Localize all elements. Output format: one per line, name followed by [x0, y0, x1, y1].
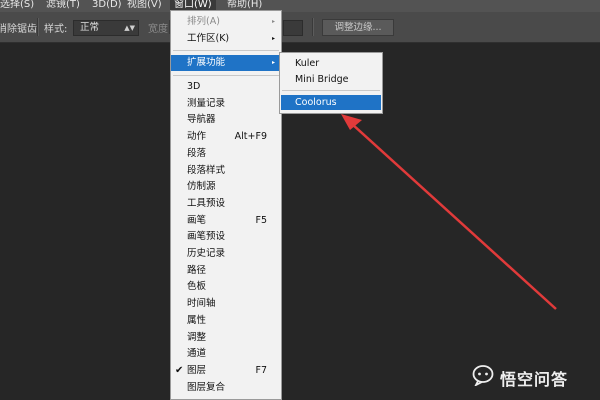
menu-item-channels[interactable]: 通道 [171, 346, 281, 362]
menu-item-label: 路径 [187, 264, 207, 276]
menu-item-workspace[interactable]: 工作区(K) ▸ [171, 31, 281, 47]
submenu-item-label: Kuler [295, 58, 320, 69]
submenu-item-coolorus[interactable]: Coolorus [281, 95, 381, 110]
menu-item-label: 调整 [187, 331, 207, 343]
menu-item-brush-presets[interactable]: 画笔预设 [171, 229, 281, 245]
menu-item-label: 画笔 [187, 214, 207, 226]
menu-item-label: 色板 [187, 281, 207, 293]
menu-item-paths[interactable]: 路径 [171, 263, 281, 279]
menu-item-label: 通道 [187, 348, 207, 360]
submenu-item-kuler[interactable]: Kuler [281, 56, 381, 71]
menu-item-measurement-log[interactable]: 测量记录 [171, 96, 281, 112]
menu-item-layer-comps[interactable]: 图层复合 [171, 380, 281, 396]
watermark: 悟空问答 [472, 364, 594, 390]
menu-item-label: 段落 [187, 147, 207, 159]
menu-item-label: 画笔预设 [187, 231, 226, 243]
submenu-item-label: Coolorus [295, 97, 337, 108]
menu-item-label: 3D [187, 81, 201, 92]
menu-item-label: 时间轴 [187, 298, 216, 310]
menu-item-label: 工作区(K) [187, 33, 230, 44]
menu-item-layers[interactable]: ✔ 图层 F7 [171, 363, 281, 379]
menu-item-shortcut: F5 [255, 214, 267, 226]
menu-item-history[interactable]: 历史记录 [171, 246, 281, 262]
menu-item-brush[interactable]: 画笔 F5 [171, 213, 281, 229]
extensions-submenu: Kuler Mini Bridge Coolorus [279, 52, 383, 114]
menu-separator [282, 90, 380, 91]
menu-item-adjustments[interactable]: 调整 [171, 330, 281, 346]
checkmark-icon: ✔ [175, 364, 184, 376]
menu-item-label: 排列(A) [187, 16, 220, 27]
submenu-arrow-icon: ▸ [271, 59, 275, 66]
arrow-head [341, 114, 362, 130]
menu-item-label: 图层 [187, 364, 207, 376]
submenu-item-mini-bridge[interactable]: Mini Bridge [281, 72, 381, 87]
menu-item-shortcut: F7 [255, 364, 267, 376]
menu-item-paragraph[interactable]: 段落 [171, 146, 281, 162]
speech-bubble-logo-icon [472, 365, 494, 386]
menu-item-label: 工具预设 [187, 197, 226, 209]
menu-item-label: 段落样式 [187, 164, 226, 176]
menu-separator [173, 75, 279, 76]
menu-item-label: 动作 [187, 131, 207, 143]
menu-item-shortcut: Alt+F9 [234, 131, 267, 143]
menu-item-actions[interactable]: 动作 Alt+F9 [171, 129, 281, 145]
menu-item-extensions[interactable]: 扩展功能 ▸ [171, 55, 281, 71]
menu-item-label: 属性 [187, 314, 207, 326]
menu-item-label: 仿制源 [187, 181, 216, 193]
menu-item-label: 图层复合 [187, 381, 226, 393]
window-menu: 排列(A) ▸ 工作区(K) ▸ 扩展功能 ▸ 3D 测量记录 导航器 动作 A… [170, 10, 282, 400]
menu-item-label: 测量记录 [187, 97, 226, 109]
menu-item-timeline[interactable]: 时间轴 [171, 296, 281, 312]
menu-separator [173, 50, 279, 51]
menu-item-label: 导航器 [187, 114, 216, 126]
menu-item-label: 扩展功能 [187, 57, 226, 68]
watermark-text: 悟空问答 [500, 370, 569, 389]
menu-item-paragraph-styles[interactable]: 段落样式 [171, 163, 281, 179]
submenu-arrow-icon: ▸ [271, 35, 275, 42]
menu-item-3d[interactable]: 3D [171, 79, 281, 95]
menu-item-label: 历史记录 [187, 248, 226, 259]
arrow-shaft [351, 123, 557, 310]
menu-item-arrange[interactable]: 排列(A) ▸ [171, 14, 281, 30]
submenu-item-label: Mini Bridge [295, 74, 349, 85]
menu-item-properties[interactable]: 属性 [171, 313, 281, 329]
menu-item-swatches[interactable]: 色板 [171, 279, 281, 295]
menu-item-navigator[interactable]: 导航器 [171, 112, 281, 128]
submenu-arrow-icon: ▸ [271, 18, 275, 25]
menu-item-tool-presets[interactable]: 工具预设 [171, 196, 281, 212]
menu-item-clone-source[interactable]: 仿制源 [171, 179, 281, 195]
